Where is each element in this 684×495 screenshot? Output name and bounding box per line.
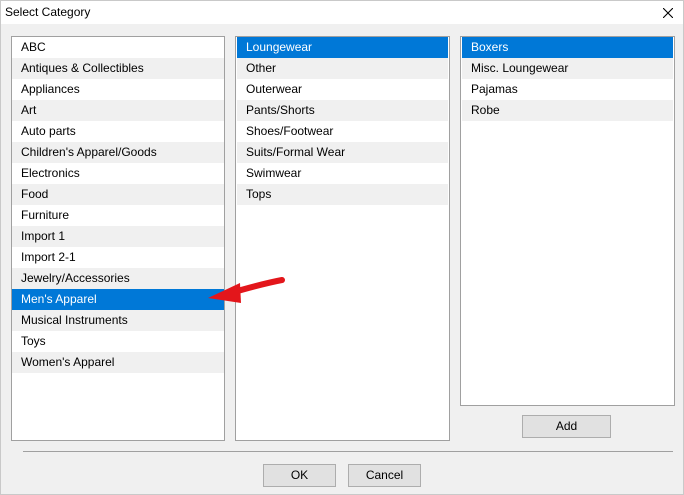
category-list-item[interactable]: Children's Apparel/Goods bbox=[12, 142, 224, 163]
cancel-button[interactable]: Cancel bbox=[348, 464, 421, 487]
subcategory-list-item[interactable]: Pants/Shorts bbox=[237, 100, 448, 121]
subcategory-list-item[interactable]: Swimwear bbox=[237, 163, 448, 184]
category-list-item[interactable]: Appliances bbox=[12, 79, 224, 100]
item-list-item[interactable]: Boxers bbox=[462, 37, 673, 58]
category-list-item[interactable]: Auto parts bbox=[12, 121, 224, 142]
item-list[interactable]: Boxers Misc. Loungewear Pajamas Robe bbox=[460, 36, 675, 406]
subcategory-list-item[interactable]: Loungewear bbox=[237, 37, 448, 58]
category-list-item[interactable]: Import 2-1 bbox=[12, 247, 224, 268]
select-category-dialog: Select Category ABC Antiques & Collectibl… bbox=[0, 0, 684, 495]
item-list-item[interactable]: Robe bbox=[462, 100, 673, 121]
category-list-item[interactable]: Toys bbox=[12, 331, 224, 352]
close-icon bbox=[663, 7, 673, 18]
category-list[interactable]: ABC Antiques & Collectibles Appliances Art A… bbox=[11, 36, 225, 441]
subcategory-list[interactable]: Loungewear Other Outerwear Pants/Shorts Shoe… bbox=[235, 36, 450, 441]
separator bbox=[23, 451, 673, 452]
category-list-item[interactable]: Jewelry/Accessories bbox=[12, 268, 224, 289]
category-list-item[interactable]: Antiques & Collectibles bbox=[12, 58, 224, 79]
ok-button[interactable]: OK bbox=[263, 464, 336, 487]
category-list-item[interactable]: Men's Apparel bbox=[12, 289, 224, 310]
category-list-item[interactable]: Import 1 bbox=[12, 226, 224, 247]
category-list-item[interactable]: Food bbox=[12, 184, 224, 205]
category-list-item[interactable]: ABC bbox=[12, 37, 224, 58]
item-list-item[interactable]: Pajamas bbox=[462, 79, 673, 100]
subcategory-list-item[interactable]: Other bbox=[237, 58, 448, 79]
subcategory-list-item[interactable]: Tops bbox=[237, 184, 448, 205]
title-bar: Select Category bbox=[1, 1, 683, 24]
subcategory-list-item[interactable]: Suits/Formal Wear bbox=[237, 142, 448, 163]
category-list-item[interactable]: Electronics bbox=[12, 163, 224, 184]
category-list-item[interactable]: Furniture bbox=[12, 205, 224, 226]
red-arrow-icon bbox=[208, 277, 285, 303]
category-list-item[interactable]: Musical Instruments bbox=[12, 310, 224, 331]
dialog-title: Select Category bbox=[5, 5, 91, 19]
category-list-item[interactable]: Art bbox=[12, 100, 224, 121]
item-list-item[interactable]: Misc. Loungewear bbox=[462, 58, 673, 79]
close-button[interactable] bbox=[653, 1, 683, 24]
add-button[interactable]: Add bbox=[522, 415, 611, 438]
category-list-item[interactable]: Women's Apparel bbox=[12, 352, 224, 373]
subcategory-list-item[interactable]: Shoes/Footwear bbox=[237, 121, 448, 142]
subcategory-list-item[interactable]: Outerwear bbox=[237, 79, 448, 100]
